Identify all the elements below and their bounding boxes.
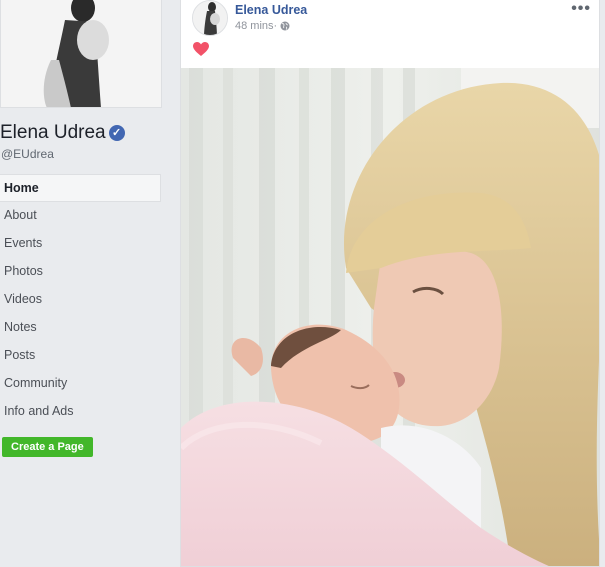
- nav-item-notes[interactable]: Notes: [0, 314, 161, 342]
- post-author-avatar[interactable]: [192, 0, 228, 36]
- post-time[interactable]: 48 mins: [235, 20, 274, 32]
- page-name[interactable]: Elena Udrea ✓: [0, 122, 125, 144]
- create-page-button[interactable]: Create a Page: [2, 437, 93, 457]
- meta-separator: ·: [273, 20, 278, 32]
- verified-badge-icon: ✓: [108, 125, 125, 141]
- post-timestamp: 48 mins ·: [235, 20, 290, 32]
- profile-picture[interactable]: [0, 0, 162, 108]
- nav-item-community[interactable]: Community: [0, 370, 161, 398]
- page-username[interactable]: @EUdrea: [1, 147, 54, 161]
- post-card: Elena Udrea 48 mins · •••: [180, 0, 600, 567]
- avatar-image: [193, 1, 227, 35]
- post-photo-image: [181, 68, 599, 566]
- globe-icon[interactable]: [280, 21, 290, 31]
- post-photo[interactable]: [181, 68, 599, 566]
- nav-item-events[interactable]: Events: [0, 230, 161, 258]
- post-author-name[interactable]: Elena Udrea: [235, 3, 307, 17]
- left-column: Elena Udrea ✓ @EUdrea Home About Events …: [0, 0, 170, 567]
- nav-item-photos[interactable]: Photos: [0, 258, 161, 286]
- profile-picture-image: [1, 0, 161, 107]
- page-navigation: Home About Events Photos Videos Notes Po…: [0, 174, 161, 426]
- nav-item-videos[interactable]: Videos: [0, 286, 161, 314]
- nav-item-info-and-ads[interactable]: Info and Ads: [0, 398, 161, 426]
- nav-item-posts[interactable]: Posts: [0, 342, 161, 370]
- nav-item-about[interactable]: About: [0, 202, 161, 230]
- heart-icon: [193, 42, 209, 56]
- more-options-icon[interactable]: •••: [571, 0, 591, 18]
- nav-item-home[interactable]: Home: [0, 174, 161, 202]
- page-name-text[interactable]: Elena Udrea: [0, 122, 106, 144]
